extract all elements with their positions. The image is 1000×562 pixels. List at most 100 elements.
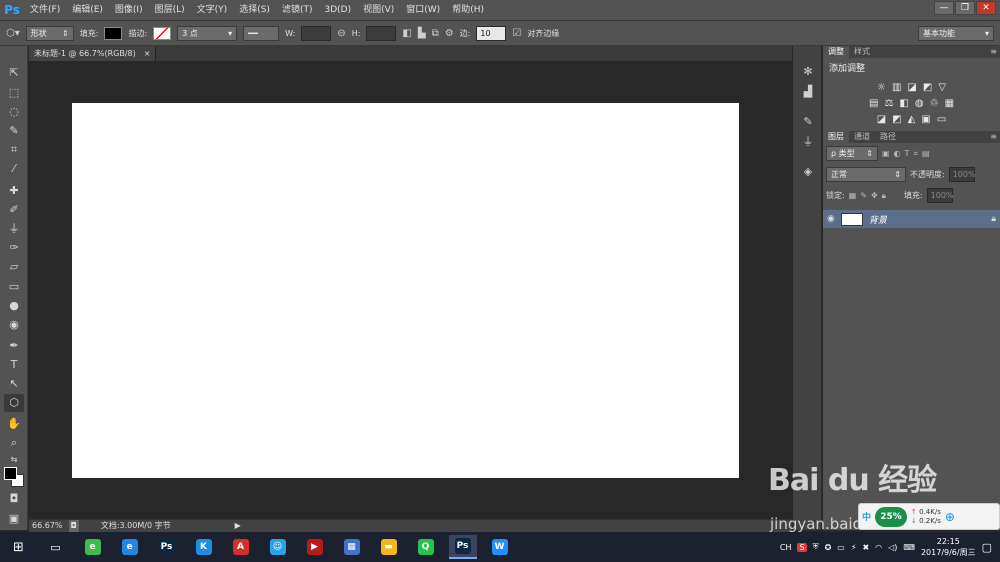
menu-item-10[interactable]: 帮助(H) — [446, 0, 490, 20]
lock-move-icon[interactable]: ✥ — [871, 191, 878, 200]
color-lookup-icon[interactable]: ▦ — [945, 98, 954, 109]
panel-menu-icon[interactable]: ≡ — [990, 46, 1000, 58]
menu-item-1[interactable]: 编辑(E) — [66, 0, 109, 20]
pen-tool-icon[interactable]: ✒ — [4, 337, 24, 355]
menu-item-3[interactable]: 图层(L) — [149, 0, 191, 20]
lock-all-icon[interactable]: 🔒︎ — [882, 191, 886, 201]
path-select-tool-icon[interactable]: ↖ — [4, 375, 24, 393]
clone-source-icon[interactable]: ⏚ — [799, 134, 817, 150]
menu-item-5[interactable]: 选择(S) — [233, 0, 276, 20]
eraser-tool-icon[interactable]: ▱ — [4, 258, 24, 276]
zoom-level[interactable]: 66.67% — [32, 520, 63, 532]
screen-mode-icon[interactable]: ▣ — [4, 510, 24, 528]
type-tool-icon[interactable]: T — [4, 356, 24, 374]
filter-adjust-icon[interactable]: ◐ — [894, 149, 901, 158]
filter-shape-icon[interactable]: ⌗ — [913, 149, 918, 159]
workspace-select[interactable]: 基本功能 ▾ — [918, 26, 994, 41]
notification-icon[interactable]: ▢ — [982, 541, 992, 554]
tab-channels[interactable]: 通道 — [849, 131, 875, 143]
blur-tool-icon[interactable]: ● — [4, 297, 24, 315]
stroke-type-select[interactable]: ━━ — [243, 25, 280, 41]
taskbar-app-ie[interactable]: e — [116, 535, 144, 559]
hue-saturation-icon[interactable]: ▤ — [869, 98, 878, 109]
shield-icon[interactable]: ⛨ — [813, 542, 819, 552]
language-indicator[interactable]: CH — [780, 543, 792, 552]
taskbar-app-acrobat[interactable]: A — [227, 535, 255, 559]
foreground-color[interactable] — [4, 467, 17, 480]
marquee-tool-icon[interactable]: ⬚ — [4, 84, 24, 102]
opacity-input[interactable]: 100% — [948, 167, 976, 182]
brightness-icon[interactable]: ☼ — [877, 82, 886, 93]
security-icon[interactable]: ✖ — [862, 543, 869, 552]
filter-pixel-icon[interactable]: ▣ — [882, 149, 890, 158]
height-input[interactable] — [366, 25, 397, 41]
taskbar-app-qq[interactable]: ☺ — [264, 535, 292, 559]
fill-swatch[interactable] — [104, 26, 123, 40]
path-alignment-icon[interactable]: ▙ — [418, 28, 426, 39]
keyboard-icon[interactable]: ⌨ — [903, 543, 915, 552]
status-menu-icon[interactable]: ◘ — [68, 520, 79, 532]
vibrance-icon[interactable]: ▽ — [938, 82, 946, 93]
taskbar-app-photoshop-active[interactable]: Ps — [448, 535, 477, 559]
zoom-tool-icon[interactable]: ⌕ — [4, 434, 24, 452]
wifi-icon[interactable]: ◠ — [875, 543, 882, 552]
posterize-icon[interactable]: ◩ — [892, 114, 901, 125]
task-view-button[interactable]: ▭ — [42, 535, 70, 559]
blend-mode-select[interactable]: 正常 ⇕ — [826, 167, 906, 182]
layer-kind-select[interactable]: ρ 类型 ⇕ — [826, 146, 878, 161]
path-arrangement-icon[interactable]: ⧉ — [432, 28, 439, 39]
exposure-icon[interactable]: ◩ — [923, 82, 932, 93]
battery-icon[interactable]: ▭ — [837, 543, 845, 552]
crop-tool-icon[interactable]: ⌗ — [4, 141, 24, 159]
navigator-icon[interactable]: ✻ — [799, 64, 817, 80]
polygon-tool-preset-icon[interactable]: ⬡▾ — [6, 28, 20, 39]
curves-icon[interactable]: ◪ — [907, 82, 916, 93]
panel-menu-icon[interactable]: ≡ — [990, 131, 1000, 143]
levels-icon[interactable]: ▥ — [892, 82, 901, 93]
menu-item-6[interactable]: 滤镜(T) — [276, 0, 319, 20]
taskbar-app-wps[interactable]: W — [486, 535, 514, 559]
filter-type-icon[interactable]: T — [905, 149, 910, 158]
fill-input[interactable]: 100% — [926, 188, 954, 203]
photo-filter-icon[interactable]: ◍ — [915, 98, 924, 109]
tab-adjustments[interactable]: 调整 — [823, 46, 849, 58]
taskbar-app-explorer[interactable]: ▬ — [375, 535, 403, 559]
eye-icon[interactable]: ◉ — [827, 214, 835, 224]
stroke-swatch[interactable] — [153, 26, 172, 40]
sides-input[interactable]: 10 — [476, 25, 507, 41]
history-brush-tool-icon[interactable]: ✑ — [4, 239, 24, 257]
dodge-tool-icon[interactable]: ◉ — [4, 316, 24, 334]
menu-item-0[interactable]: 文件(F) — [24, 0, 66, 20]
restore-button[interactable]: ❐ — [955, 1, 975, 15]
taskbar-app-photoshop[interactable]: Ps — [153, 535, 181, 559]
3d-cube-icon[interactable]: ◈ — [799, 164, 817, 180]
stroke-size-select[interactable]: 3 点 ▾ — [177, 25, 238, 41]
tool-mode-select[interactable]: 形状 ⇕ — [25, 25, 74, 41]
gradient-tool-icon[interactable]: ▭ — [4, 278, 24, 296]
brush-panel-icon[interactable]: ✎ — [799, 114, 817, 130]
plus-icon[interactable]: ⊕ — [945, 510, 955, 524]
plug-icon[interactable]: ⚡ — [851, 543, 857, 552]
taskbar-app-kuwo[interactable]: K — [190, 535, 218, 559]
healing-brush-tool-icon[interactable]: ✚ — [4, 182, 24, 200]
tab-layers[interactable]: 图层 — [823, 131, 849, 143]
sogou-ime-icon[interactable]: S — [797, 542, 807, 552]
histogram-icon[interactable]: ▟ — [799, 84, 817, 100]
clone-stamp-tool-icon[interactable]: ⏚ — [4, 220, 24, 238]
color-balance-icon[interactable]: ⚖ — [884, 98, 893, 109]
net-speed-widget[interactable]: 中 25% ↑ 0.4K/s ↓ 0.2K/s ⊕ — [858, 503, 1000, 530]
gear-icon[interactable]: ⚙ — [445, 28, 454, 39]
menu-item-7[interactable]: 3D(D) — [318, 0, 357, 20]
document-tab[interactable]: 未标题-1 @ 66.7%(RGB/8) × — [29, 46, 157, 61]
volume-icon[interactable]: ◁) — [888, 543, 897, 552]
threshold-icon[interactable]: ◭ — [908, 114, 916, 125]
minimize-button[interactable]: — — [934, 1, 954, 15]
norton-icon[interactable]: ✪ — [825, 543, 832, 552]
taskbar-app-film[interactable]: ▦ — [338, 535, 366, 559]
clock[interactable]: 22:15 2017/9/6/周三 — [921, 536, 976, 558]
move-tool-icon[interactable]: ⇱ — [4, 64, 24, 82]
black-white-icon[interactable]: ◧ — [899, 98, 908, 109]
tab-styles[interactable]: 样式 — [849, 46, 875, 58]
channel-mixer-icon[interactable]: ♲ — [930, 98, 939, 109]
invert-icon[interactable]: ◪ — [877, 114, 886, 125]
